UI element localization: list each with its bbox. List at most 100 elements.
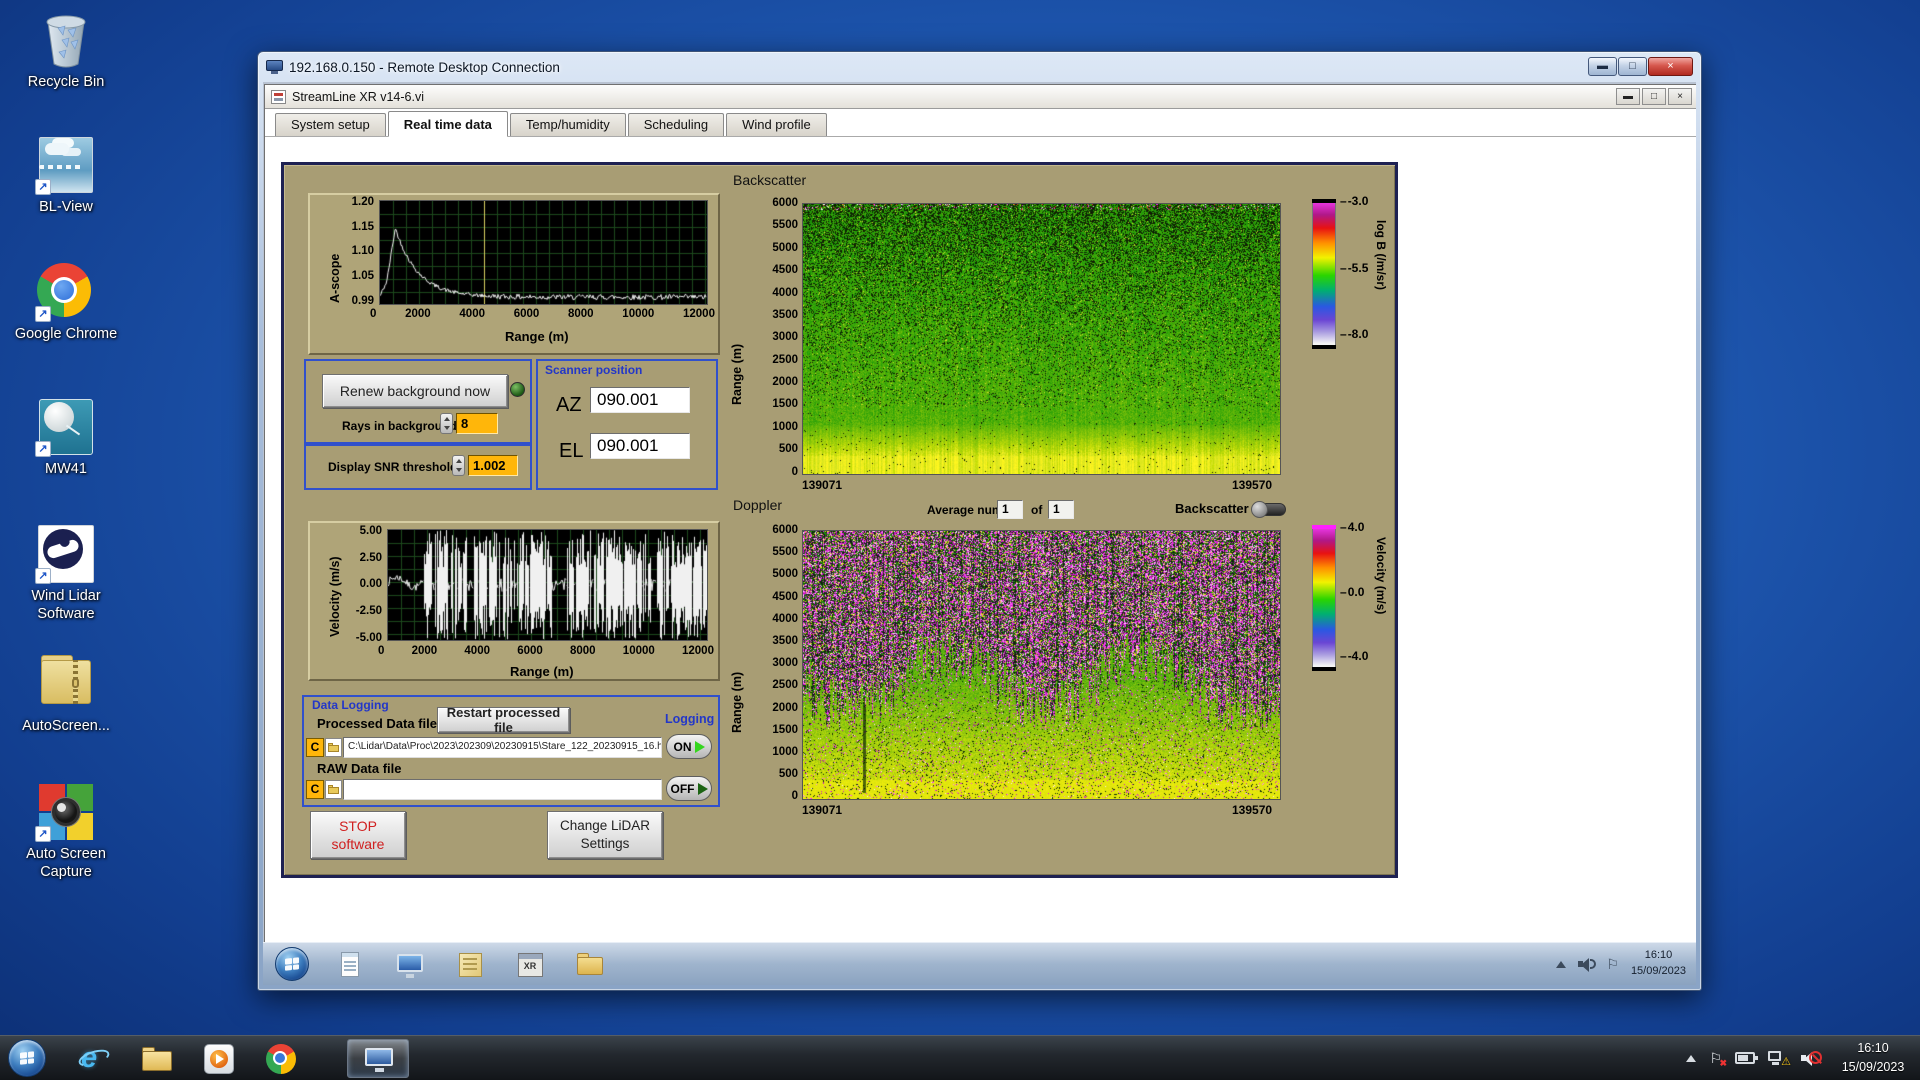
- remote-volume-icon[interactable]: [1578, 957, 1597, 972]
- doppler-y-tick: 1500: [772, 723, 798, 736]
- backscatter-y-tick: 4000: [772, 286, 798, 299]
- processed-logging-on-button[interactable]: ON: [666, 734, 712, 759]
- desktop-icon-recycle-bin[interactable]: Recycle Bin: [14, 10, 118, 91]
- shortcut-arrow-icon: ↗: [35, 306, 51, 322]
- doppler-y-tick: 5000: [772, 568, 798, 581]
- taskbar-monitor-icon[interactable]: [395, 950, 425, 980]
- tab-temp-humidity[interactable]: Temp/humidity: [509, 113, 626, 136]
- network-warning-icon[interactable]: ⚠: [1768, 1050, 1791, 1068]
- elevation-value-field[interactable]: 090.001: [590, 433, 690, 459]
- stop-software-button[interactable]: STOP software: [310, 811, 406, 859]
- rays-value-field[interactable]: 8: [456, 413, 498, 434]
- doppler-backscatter-toggle[interactable]: [1251, 501, 1286, 518]
- app-minimize-button[interactable]: ▬: [1616, 88, 1640, 105]
- shortcut-arrow-icon: ↗: [35, 568, 51, 584]
- doppler-heatmap: [802, 530, 1281, 800]
- windows-logo-icon: [20, 1051, 34, 1065]
- tab-wind-profile[interactable]: Wind profile: [726, 113, 827, 136]
- on-label: ON: [673, 739, 692, 754]
- app-titlebar[interactable]: StreamLine XR v14-6.vi ▬ □ ×: [265, 85, 1696, 109]
- host-tray-expand-icon[interactable]: [1686, 1054, 1697, 1062]
- shortcut-arrow-icon: ↗: [35, 826, 51, 842]
- average-count-field[interactable]: 1: [1048, 500, 1074, 519]
- action-center-alert-icon[interactable]: ⚐ ✖: [1709, 1051, 1727, 1068]
- desktop-icon-wind-lidar[interactable]: ↗ Wind Lidar Software: [14, 524, 118, 623]
- scanner-position-box: Scanner position AZ 090.001 EL 090.001: [536, 359, 718, 490]
- tab-real-time-data[interactable]: Real time data: [387, 111, 508, 137]
- app-window: StreamLine XR v14-6.vi ▬ □ × System setu…: [264, 84, 1696, 944]
- windows-explorer-icon[interactable]: [140, 1042, 174, 1076]
- velocity-graph-container: Velocity (m/s) 5.00 2.50 0.00 -2.50 -5.00 02…: [308, 521, 720, 681]
- desktop-icon-label: Recycle Bin: [27, 74, 105, 90]
- doppler-y-tick: 4500: [772, 590, 798, 603]
- backscatter-heatmap: [802, 203, 1281, 475]
- remote-clock-date: 15/09/2023: [1630, 965, 1686, 977]
- desktop-icon-mw41[interactable]: ↗ MW41: [14, 397, 118, 478]
- backscatter-y-tick: 4500: [772, 264, 798, 277]
- renew-background-button[interactable]: Renew background now: [322, 374, 508, 408]
- remote-session: StreamLine XR v14-6.vi ▬ □ × System setu…: [263, 82, 1696, 985]
- average-number-field[interactable]: 1: [997, 500, 1023, 519]
- ascope-y-tick: 1.10: [351, 245, 374, 258]
- app-close-button[interactable]: ×: [1668, 88, 1692, 105]
- restart-processed-file-button[interactable]: Restart processed file: [437, 705, 570, 735]
- taskbar-notes-icon[interactable]: [455, 950, 485, 980]
- remote-action-center-icon[interactable]: ⚐: [1606, 957, 1619, 971]
- of-label: of: [1031, 503, 1043, 517]
- media-player-icon[interactable]: [202, 1042, 236, 1076]
- processed-drive-letter[interactable]: C: [306, 738, 324, 757]
- app-restore-button[interactable]: □: [1642, 88, 1666, 105]
- rdp-maximize-button[interactable]: □: [1618, 57, 1647, 76]
- desktop-icon-google-chrome[interactable]: ↗ Google Chrome: [14, 262, 118, 343]
- tab-system-setup[interactable]: System setup: [275, 113, 386, 136]
- rdp-taskbar-button[interactable]: [347, 1039, 409, 1078]
- host-clock[interactable]: 16:10 15/09/2023: [1830, 1039, 1916, 1077]
- backscatter-y-ticks: 6000 5500 5000 4500 4000 3500 3000 2500 2000 1500…: [752, 197, 798, 478]
- remote-clock[interactable]: 16:10 15/09/2023: [1631, 948, 1690, 980]
- host-start-button[interactable]: [8, 1039, 46, 1077]
- taskbar-document-icon[interactable]: [335, 950, 365, 980]
- remote-desktop-icon: [266, 60, 283, 74]
- remote-start-button[interactable]: [275, 947, 309, 981]
- velocity-y-tick: 0.00: [359, 578, 382, 591]
- ascope-x-tick: 4000: [459, 308, 485, 320]
- data-logging-title: Data Logging: [312, 698, 389, 712]
- raw-drive-letter[interactable]: C: [306, 780, 324, 799]
- azimuth-value-field[interactable]: 090.001: [590, 387, 690, 413]
- wind-lidar-icon: ↗: [35, 524, 97, 584]
- scanner-position-title: Scanner position: [545, 363, 643, 377]
- internet-explorer-icon[interactable]: e: [76, 1042, 112, 1076]
- doppler-title: Doppler: [733, 497, 783, 513]
- raw-path-field[interactable]: [343, 779, 662, 800]
- logging-label: Logging: [665, 712, 715, 726]
- rays-spinner[interactable]: [440, 413, 453, 434]
- velocity-y-tick: 2.50: [359, 551, 382, 564]
- chrome-taskbar-icon[interactable]: [264, 1042, 298, 1076]
- raw-logging-off-button[interactable]: OFF: [666, 776, 712, 801]
- desktop-icon-autoscreen-zip[interactable]: AutoScreen...: [14, 654, 118, 735]
- rdp-titlebar[interactable]: 192.168.0.150 - Remote Desktop Connectio…: [258, 52, 1701, 82]
- taskbar-folder-icon[interactable]: [575, 950, 605, 980]
- taskbar-xr-app-icon[interactable]: XR: [515, 950, 545, 980]
- change-lidar-settings-button[interactable]: Change LiDAR Settings: [547, 811, 663, 859]
- backscatter-y-tick: 500: [778, 443, 798, 456]
- rdp-minimize-button[interactable]: ▬: [1588, 57, 1617, 76]
- snr-value-field[interactable]: 1.002: [468, 455, 518, 476]
- battery-icon[interactable]: [1735, 1052, 1758, 1064]
- processed-browse-icon[interactable]: [325, 738, 342, 757]
- processed-path-field[interactable]: C:\Lidar\Data\Proc\2023\202309\20230915\…: [343, 737, 662, 758]
- backscatter-y-tick: 3500: [772, 308, 798, 321]
- snr-spinner[interactable]: [452, 455, 465, 476]
- remote-tray-expand-icon[interactable]: [1556, 960, 1567, 968]
- ascope-y-tick: 0.99: [351, 294, 374, 307]
- desktop-icon-bl-view[interactable]: ↗ BL-View: [14, 135, 118, 216]
- remote-system-tray: ⚐ 16:10 15/09/2023: [1556, 943, 1690, 985]
- raw-browse-icon[interactable]: [325, 780, 342, 799]
- tab-scheduling[interactable]: Scheduling: [627, 113, 725, 136]
- volume-muted-icon[interactable]: [1801, 1051, 1822, 1066]
- velocity-x-tick: 4000: [464, 645, 490, 657]
- desktop-icon-auto-screen-capture[interactable]: ↗ Auto Screen Capture: [14, 782, 118, 881]
- desktop-icon-label: AutoScreen...: [22, 718, 110, 734]
- rdp-close-button[interactable]: ×: [1648, 57, 1693, 76]
- renew-background-label: Renew background now: [339, 383, 491, 399]
